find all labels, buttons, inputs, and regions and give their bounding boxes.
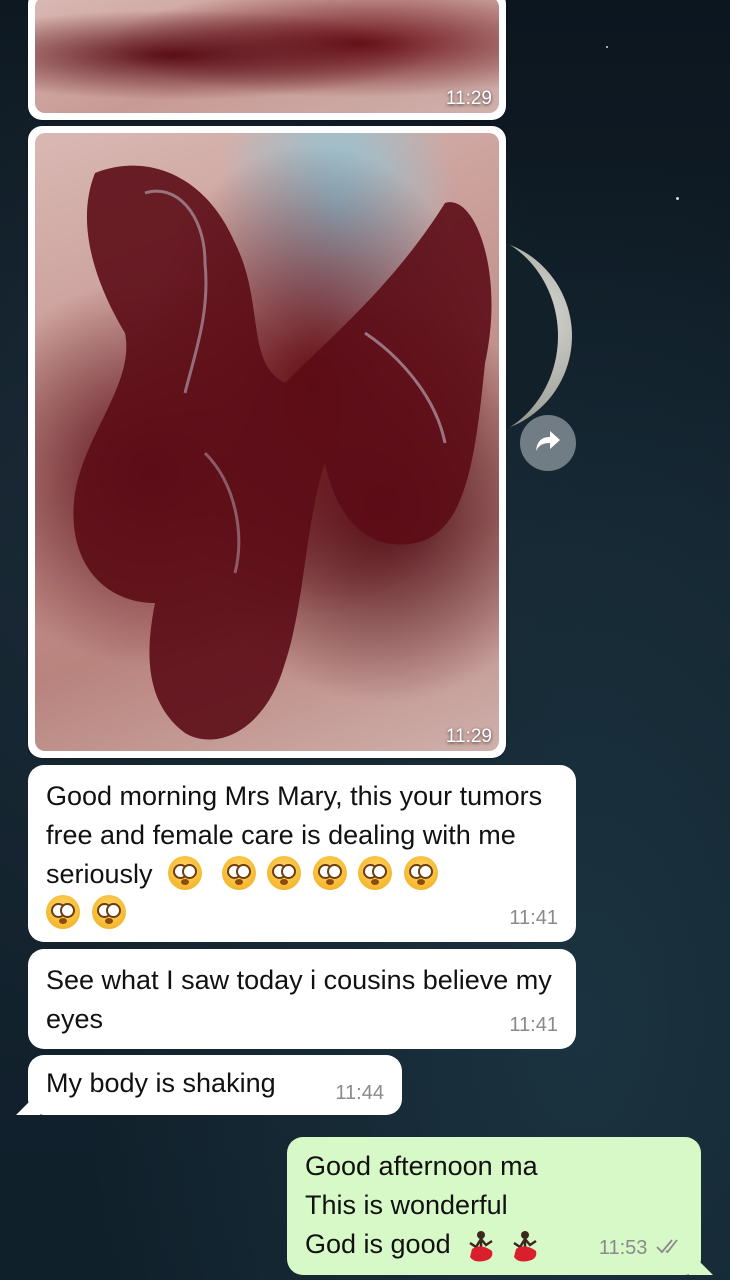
message-time: 11:41 [509, 907, 558, 929]
image-message[interactable]: 11:29 [28, 0, 506, 120]
message-time: 11:53 [599, 1236, 685, 1261]
forward-arrow-icon [535, 430, 561, 457]
dancer-emoji [464, 1229, 498, 1263]
message-time: 11:29 [445, 88, 492, 109]
photo[interactable] [35, 0, 499, 113]
flushed-face-emoji [46, 894, 80, 929]
message-time: 11:44 [335, 1082, 384, 1104]
message-line: Good afternoon ma [305, 1151, 538, 1181]
star [606, 46, 608, 48]
image-message[interactable]: 11:29 [28, 126, 506, 758]
photo[interactable] [35, 133, 499, 751]
double-check-icon [655, 1237, 685, 1261]
incoming-message[interactable]: My body is shaking 11:44 [28, 1055, 402, 1115]
message-time-text: 11:53 [598, 1237, 648, 1260]
message-time: 11:29 [445, 726, 492, 747]
flushed-face-emoji [358, 855, 393, 890]
star [676, 197, 679, 200]
dancer-emoji [508, 1229, 542, 1263]
incoming-message[interactable]: See what I saw today i cousins believe m… [28, 949, 576, 1049]
message-text: My body is shaking [46, 1068, 276, 1098]
incoming-message[interactable]: Good morning Mrs Mary, this your tumors … [28, 765, 576, 942]
flushed-face-emoji [312, 855, 347, 890]
outgoing-message[interactable]: Good afternoon ma This is wonderful God … [287, 1137, 701, 1275]
flushed-face-emoji [91, 894, 126, 929]
message-line: This is wonderful [305, 1190, 508, 1220]
flushed-face-emoji [267, 855, 302, 890]
flushed-face-emoji [168, 855, 203, 890]
flushed-face-emoji [403, 855, 438, 890]
flushed-face-emoji [221, 855, 256, 890]
message-time: 11:41 [509, 1014, 558, 1036]
forward-button[interactable] [520, 415, 576, 471]
message-text: See what I saw today i cousins believe m… [46, 965, 552, 1034]
message-line: God is good [305, 1229, 451, 1259]
